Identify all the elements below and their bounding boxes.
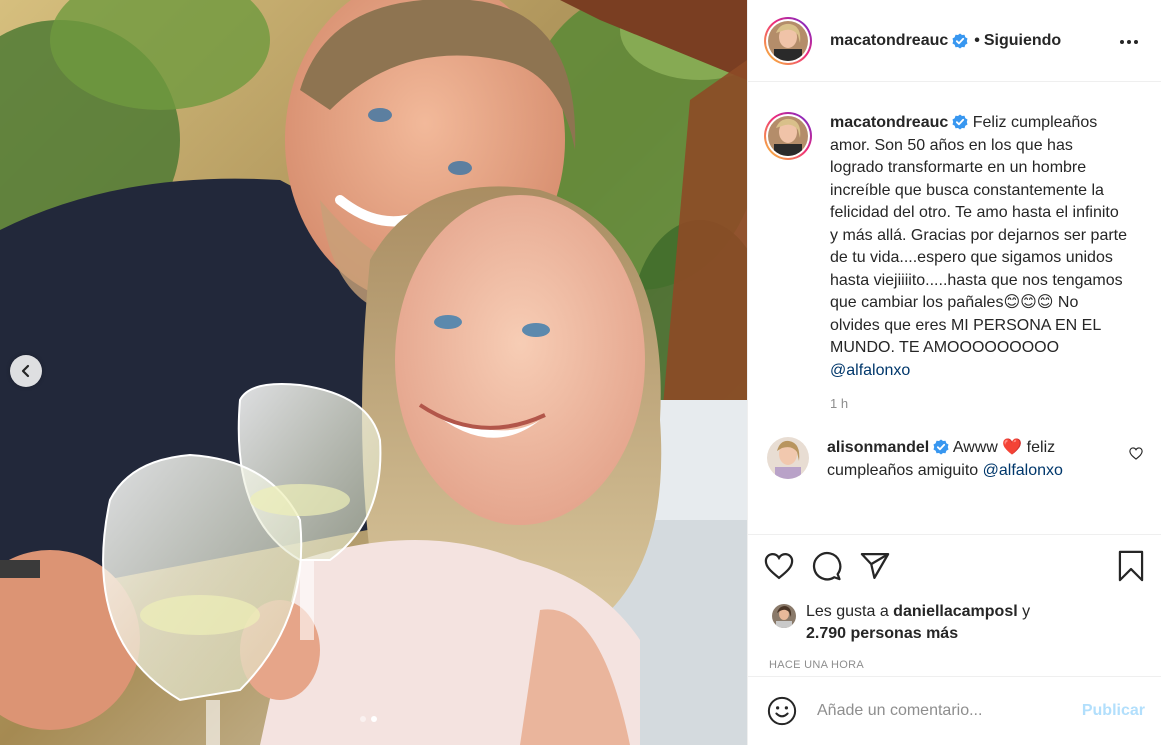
likes-prefix: Les gusta a (806, 603, 894, 620)
more-options-button[interactable] (1113, 26, 1145, 56)
caption-body: macatondreauc Feliz cumpleaños amor. Son… (830, 112, 1130, 382)
save-button[interactable] (1117, 550, 1145, 582)
author-avatar-image (768, 20, 808, 61)
caption-text: Feliz cumpleaños amor. Son 50 años en lo… (830, 114, 1128, 356)
caption-author-avatar-image (768, 116, 808, 156)
commenter-username[interactable]: alisonmandel (827, 439, 929, 456)
carousel-indicator (360, 716, 377, 722)
more-options-icon (1120, 39, 1138, 44)
post-photo (0, 0, 747, 745)
author-avatar[interactable] (764, 16, 812, 65)
likes-text: Les gusta a daniellacamposl y 2.790 pers… (806, 601, 1030, 645)
post-media (0, 0, 747, 745)
post-side-panel: macatondreauc • Siguiendo macatondreauc … (747, 0, 1161, 745)
author-username[interactable]: macatondreauc (830, 32, 948, 50)
comment-input[interactable] (817, 702, 1057, 720)
caption-author-avatar[interactable] (764, 112, 812, 160)
commenter-avatar[interactable] (767, 437, 809, 479)
likes-summary: Les gusta a daniellacamposl y 2.790 pers… (764, 601, 1145, 645)
likes-joiner: y (1017, 603, 1031, 620)
likes-others-count[interactable]: 2.790 personas más (806, 625, 958, 642)
comments-list: macatondreauc Feliz cumpleaños amor. Son… (748, 82, 1161, 534)
verified-badge-icon (952, 33, 968, 48)
emoji-button[interactable] (767, 696, 797, 726)
publish-button[interactable]: Publicar (1082, 702, 1145, 720)
comment-item: alisonmandel Awww ❤️ feliz cumpleaños am… (764, 437, 1145, 482)
comment-like-button[interactable] (1129, 447, 1143, 465)
heart-icon (764, 552, 794, 580)
comment-button[interactable] (812, 551, 842, 581)
caption-author-username[interactable]: macatondreauc (830, 114, 948, 131)
liker-avatar[interactable] (772, 604, 796, 628)
comment-mention-link[interactable]: @alfalonxo (983, 462, 1063, 479)
post-header: macatondreauc • Siguiendo (748, 0, 1161, 82)
carousel-prev-button[interactable] (10, 355, 42, 387)
bullet-separator: • (974, 31, 980, 49)
paper-plane-icon (860, 553, 890, 579)
action-bar (764, 549, 1145, 583)
liker-username[interactable]: daniellacamposl (893, 603, 1018, 620)
emoji-smile-icon (767, 696, 797, 726)
caption-mention-link[interactable]: @alfalonxo (830, 362, 910, 379)
instagram-post-modal: macatondreauc • Siguiendo macatondreauc … (0, 0, 1161, 745)
verified-badge-icon (952, 114, 968, 130)
post-caption: macatondreauc Feliz cumpleaños amor. Son… (764, 112, 1145, 382)
heart-outline-icon (1129, 447, 1143, 460)
verified-badge-icon (933, 439, 949, 455)
share-button[interactable] (860, 552, 890, 580)
add-comment-bar: Publicar (748, 676, 1161, 745)
following-label: Siguiendo (983, 31, 1062, 49)
comment-bubble-icon (812, 551, 842, 581)
carousel-dot-active (371, 716, 377, 722)
chevron-left-icon (21, 364, 30, 378)
following-status[interactable]: • Siguiendo (974, 32, 1061, 50)
bookmark-icon (1118, 550, 1144, 582)
comment-body: alisonmandel Awww ❤️ feliz cumpleaños am… (827, 437, 1097, 482)
post-actions: Les gusta a daniellacamposl y 2.790 pers… (748, 534, 1161, 671)
caption-age: 1 h (830, 396, 849, 411)
like-button[interactable] (764, 552, 794, 580)
post-timestamp[interactable]: HACE UNA HORA (769, 659, 1145, 671)
carousel-dot (360, 716, 366, 722)
